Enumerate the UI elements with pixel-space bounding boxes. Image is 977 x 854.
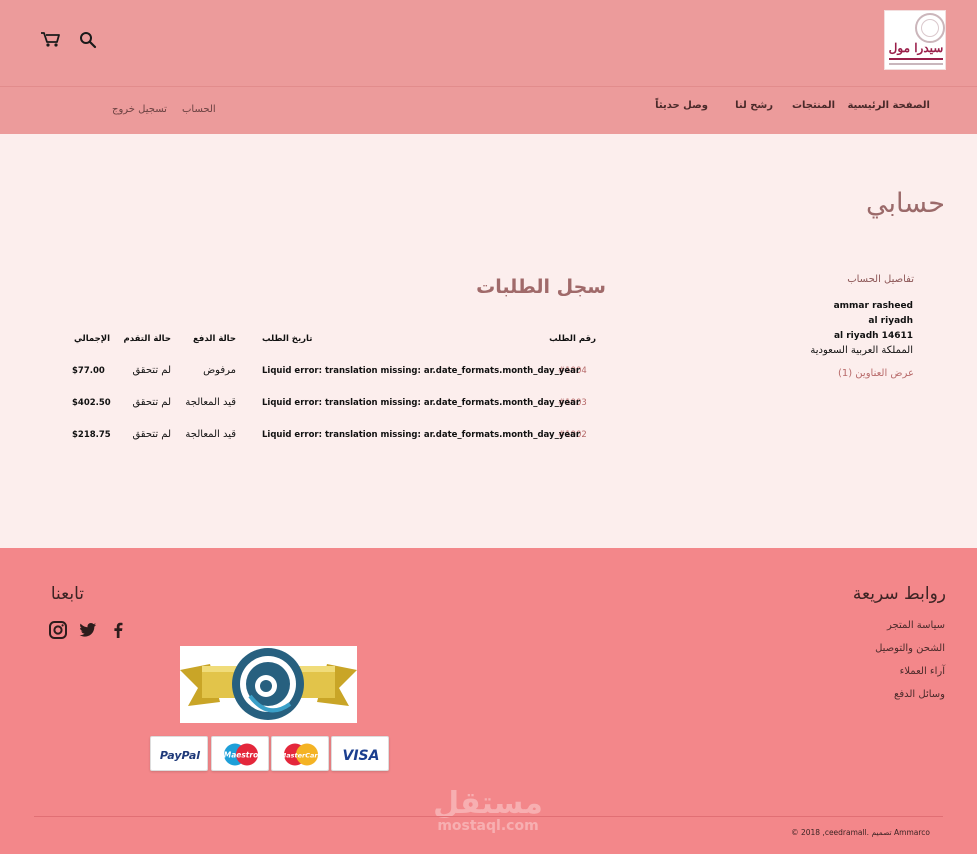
instagram-icon[interactable] <box>48 620 68 640</box>
page-title: حسابي <box>865 188 945 219</box>
site-header: سيدرا مول الصفحة الرئيسية المنتجات رشح ل… <box>0 0 977 134</box>
footer-link-store-policy[interactable]: سياسة المتجر <box>790 620 945 631</box>
header-order-date: تاريخ الطلب <box>262 334 313 344</box>
customer-name: ammar rasheed <box>833 301 913 311</box>
logo-arc-inner <box>921 19 939 37</box>
store-logo[interactable]: سيدرا مول <box>884 10 946 70</box>
fulfillment-status: لم تتحقق <box>132 429 171 440</box>
order-date: Liquid error: translation missing: ar.da… <box>262 430 581 440</box>
visa-label: VISA <box>343 748 380 764</box>
visa-icon: VISA <box>331 736 389 771</box>
payment-status: مرفوض <box>203 365 236 376</box>
copyright-text: © 2018 ,ceedramall. تصميم Ammarco <box>791 828 930 837</box>
header-payment-status: حالة الدفع <box>192 334 236 344</box>
maestro-label: Maestro <box>224 751 259 760</box>
orders-title: سجل الطلبات <box>476 276 606 298</box>
account-details-heading: تفاصيل الحساب <box>847 274 914 285</box>
order-date: Liquid error: translation missing: ar.da… <box>262 366 581 376</box>
mostaql-badge-image <box>180 646 357 723</box>
header-top-bar <box>0 0 977 87</box>
order-total: $77.00 <box>72 366 105 376</box>
footer-link-reviews[interactable]: آراء العملاء <box>790 666 945 677</box>
logo-text: سيدرا مول <box>888 41 944 55</box>
customer-country: المملكة العربية السعودية <box>810 345 913 356</box>
nav-home[interactable]: الصفحة الرئيسية <box>847 100 930 118</box>
header-order-number: رقم الطلب <box>549 334 596 344</box>
account-link[interactable]: الحساب <box>182 104 216 115</box>
mostaql-watermark: مستقل mostaql.com <box>426 786 550 834</box>
header-total: الإجمالي <box>73 334 110 344</box>
order-total: $218.75 <box>72 430 111 440</box>
payment-status: قيد المعالجة <box>185 429 236 440</box>
quick-links-heading: روابط سريعة <box>852 584 946 604</box>
customer-city: al riyadh <box>868 316 913 326</box>
paypal-label: PayPal <box>160 749 200 762</box>
order-total: $402.50 <box>72 398 111 408</box>
header-fulfillment-status: حالة التقدم <box>123 334 171 344</box>
footer-link-payment-methods[interactable]: وسائل الدفع <box>790 689 945 700</box>
watermark-english: mostaql.com <box>437 818 539 834</box>
logo-underline <box>889 58 943 60</box>
footer-divider <box>34 816 943 817</box>
fulfillment-status: لم تتحقق <box>132 397 171 408</box>
nav-new-arrivals[interactable]: وصل حديثاً <box>655 100 708 118</box>
order-date: Liquid error: translation missing: ar.da… <box>262 398 581 408</box>
cart-icon[interactable] <box>40 30 62 50</box>
twitter-icon[interactable] <box>78 620 98 640</box>
search-icon[interactable] <box>78 30 98 50</box>
logo-underline-secondary <box>889 63 943 65</box>
logout-link[interactable]: تسجيل خروج <box>112 104 167 115</box>
customer-city-zip: al riyadh 14611 <box>833 331 913 341</box>
nav-products[interactable]: المنتجات <box>792 100 835 118</box>
payment-status: قيد المعالجة <box>185 397 236 408</box>
facebook-icon[interactable] <box>108 620 128 640</box>
fulfillment-status: لم تتحقق <box>132 365 171 376</box>
mastercard-icon: MasterCard <box>271 736 329 771</box>
nav-recommend[interactable]: رشح لنا <box>728 100 773 118</box>
follow-us-heading: تابعنا <box>50 584 84 604</box>
paypal-icon: PayPal <box>150 736 208 771</box>
view-addresses-link[interactable]: عرض العناوين (1) <box>790 368 914 379</box>
mastercard-label: MasterCard <box>280 752 323 760</box>
footer-link-shipping[interactable]: الشحن والتوصيل <box>790 643 945 654</box>
maestro-icon: Maestro <box>211 736 269 771</box>
